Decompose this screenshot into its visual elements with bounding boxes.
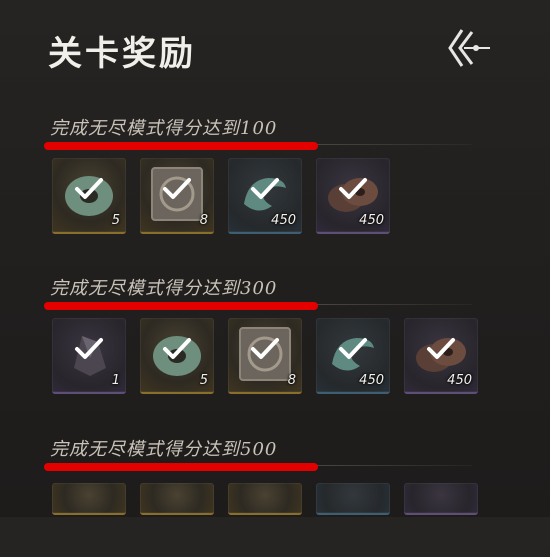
- item-count: 450: [359, 213, 384, 228]
- reward-item[interactable]: 8: [228, 318, 302, 394]
- item-count: 8: [287, 373, 296, 388]
- claimed-check-icon: [427, 338, 455, 359]
- reward-item[interactable]: 450: [228, 158, 302, 234]
- page-title: 关卡奖励: [48, 34, 196, 74]
- claimed-check-icon: [339, 338, 367, 359]
- section-title: 完成无尽模式得分达到100: [50, 118, 278, 139]
- reward-item[interactable]: [404, 483, 478, 515]
- highlight-underline: [44, 142, 318, 150]
- claimed-check-icon: [163, 178, 191, 199]
- reward-item[interactable]: [228, 483, 302, 515]
- back-arrow-icon: [448, 29, 490, 67]
- reward-item[interactable]: 5: [52, 158, 126, 234]
- item-count: 450: [271, 213, 296, 228]
- section-title: 完成无尽模式得分达到300: [50, 278, 278, 299]
- highlight-underline: [44, 302, 318, 310]
- item-count: 1: [111, 373, 120, 388]
- claimed-check-icon: [75, 338, 103, 359]
- claimed-check-icon: [163, 338, 191, 359]
- item-count: 450: [359, 373, 384, 388]
- reward-item[interactable]: 8: [140, 158, 214, 234]
- reward-item[interactable]: 5: [140, 318, 214, 394]
- reward-item[interactable]: 450: [316, 318, 390, 394]
- reward-item[interactable]: 1: [52, 318, 126, 394]
- reward-item[interactable]: [316, 483, 390, 515]
- item-count: 5: [199, 373, 208, 388]
- reward-item[interactable]: 450: [404, 318, 478, 394]
- reward-item[interactable]: [140, 483, 214, 515]
- claimed-check-icon: [339, 178, 367, 199]
- item-count: 8: [199, 213, 208, 228]
- claimed-check-icon: [75, 178, 103, 199]
- claimed-check-icon: [251, 178, 279, 199]
- item-count: 450: [447, 373, 472, 388]
- reward-item[interactable]: [52, 483, 126, 515]
- reward-item[interactable]: 450: [316, 158, 390, 234]
- section-title: 完成无尽模式得分达到500: [50, 439, 278, 460]
- claimed-check-icon: [251, 338, 279, 359]
- item-count: 5: [111, 213, 120, 228]
- back-button[interactable]: [442, 26, 494, 70]
- highlight-underline: [44, 463, 318, 471]
